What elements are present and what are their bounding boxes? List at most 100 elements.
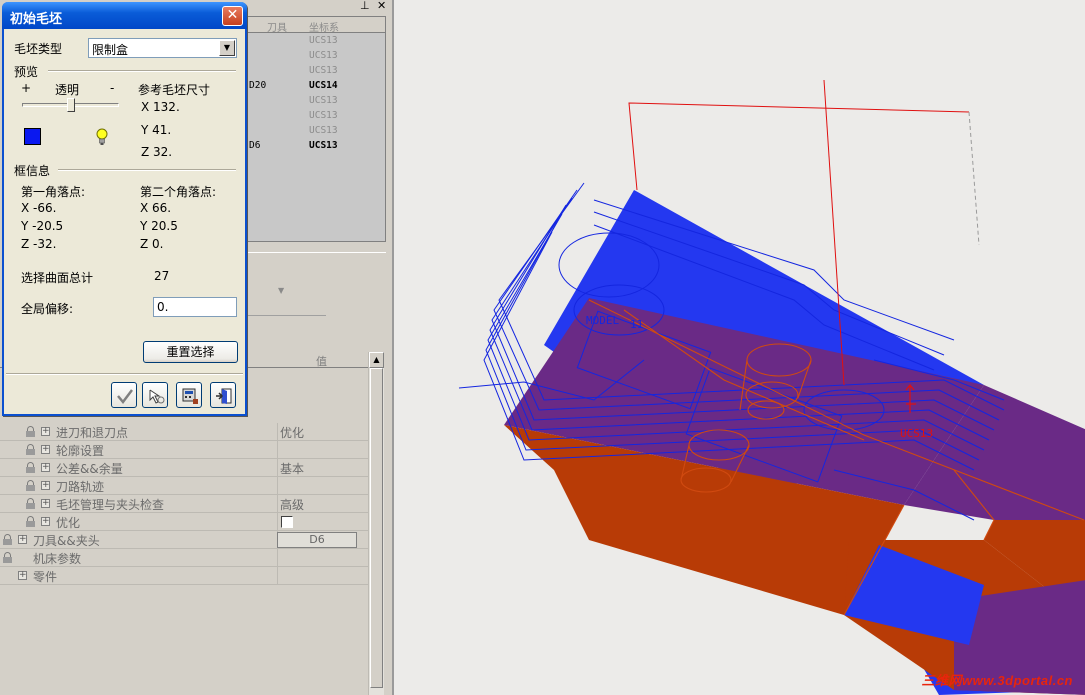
- operation-row[interactable]: UCS13: [247, 34, 385, 49]
- tool-select-button[interactable]: D6: [277, 532, 357, 548]
- minus-label: -: [110, 81, 115, 95]
- property-value[interactable]: 基本: [280, 460, 304, 477]
- exit-button[interactable]: [210, 382, 236, 408]
- light-bulb-icon[interactable]: [95, 128, 109, 146]
- expand-icon[interactable]: +: [41, 463, 50, 472]
- column-divider: [277, 441, 278, 459]
- lock-icon[interactable]: [26, 498, 35, 509]
- property-row[interactable]: + 刀具&&夹头 D6: [0, 531, 368, 549]
- property-label: 公差&&余量: [56, 462, 123, 476]
- lock-icon[interactable]: [26, 462, 35, 473]
- expand-icon[interactable]: +: [41, 427, 50, 436]
- value-column-header[interactable]: 值: [316, 353, 327, 369]
- initial-stock-dialog: 初始毛坯 ✕ 毛坯类型 限制盒 ▼ 预览 + 透明 - 参考毛坯尺寸 X 132…: [2, 2, 247, 416]
- calculate-button[interactable]: [176, 382, 202, 408]
- dropdown-arrow-icon[interactable]: ▼: [278, 286, 284, 295]
- close-button[interactable]: ✕: [222, 6, 243, 26]
- property-value[interactable]: 高级: [280, 496, 304, 513]
- operation-row[interactable]: D20 UCS14: [247, 79, 385, 94]
- property-row[interactable]: 机床参数: [0, 549, 368, 567]
- lock-icon[interactable]: [26, 480, 35, 491]
- blank-type-select[interactable]: 限制盒 ▼: [88, 38, 237, 58]
- operation-row[interactable]: UCS13: [247, 109, 385, 124]
- global-offset-input[interactable]: 0.: [153, 297, 237, 317]
- pick-button[interactable]: [142, 382, 168, 408]
- operation-coordinate-system: UCS13: [309, 140, 338, 151]
- property-row[interactable]: + 进刀和退刀点 优化: [0, 423, 368, 441]
- scrollbar-thumb[interactable]: [370, 368, 383, 688]
- stock-color-swatch[interactable]: [24, 128, 41, 145]
- scroll-up-arrow-icon[interactable]: ▲: [369, 352, 384, 368]
- model-label: MODEL: [586, 314, 619, 327]
- column-divider: [277, 477, 278, 495]
- operation-coordinate-system: UCS13: [309, 110, 338, 121]
- close-icon[interactable]: ✕: [377, 0, 386, 12]
- expand-icon[interactable]: +: [41, 481, 50, 490]
- column-divider: [277, 495, 278, 513]
- corner1-y: Y -20.5: [21, 219, 64, 233]
- property-label: 机床参数: [33, 552, 82, 566]
- cs-column-header[interactable]: 坐标系: [309, 19, 339, 34]
- 3d-viewport[interactable]: UCS13 MODEL 11 三维网www.3dportal.cn: [392, 0, 1085, 695]
- expand-icon[interactable]: +: [18, 571, 27, 580]
- pick-arrow-icon: [149, 389, 165, 404]
- expand-icon[interactable]: +: [41, 517, 50, 526]
- optimize-checkbox[interactable]: [281, 516, 293, 528]
- ucs-label: UCS13: [900, 427, 933, 440]
- expand-icon[interactable]: +: [41, 499, 50, 508]
- box-info-separator: [58, 169, 236, 171]
- property-label: 刀路轨迹: [56, 480, 105, 494]
- operation-row[interactable]: UCS13: [247, 94, 385, 109]
- ref-size-y: Y 41.: [141, 123, 172, 137]
- property-row[interactable]: + 优化: [0, 513, 368, 531]
- exit-door-icon: [216, 388, 232, 404]
- reset-selection-button[interactable]: 重置选择: [143, 341, 238, 363]
- property-row[interactable]: + 零件: [0, 567, 368, 585]
- tool-column-header[interactable]: 刀具: [267, 19, 287, 34]
- chevron-down-icon[interactable]: ▼: [219, 40, 235, 56]
- property-value[interactable]: 优化: [280, 424, 304, 441]
- surface-total-value: 27: [154, 269, 170, 283]
- expand-icon[interactable]: +: [41, 445, 50, 454]
- column-divider: [277, 549, 278, 567]
- property-label: 轮廓设置: [56, 444, 105, 458]
- column-divider: [277, 459, 278, 477]
- dialog-titlebar[interactable]: 初始毛坯 ✕: [2, 2, 247, 29]
- column-divider: [277, 423, 278, 441]
- corner1-label: 第一角落点:: [21, 185, 86, 199]
- property-label: 毛坯管理与夹头检查: [56, 498, 165, 512]
- property-tree-scrollbar[interactable]: ▲: [368, 352, 384, 695]
- operation-row[interactable]: UCS13: [247, 64, 385, 79]
- footer-separator: [6, 373, 243, 375]
- pin-icon[interactable]: ⊥: [360, 0, 370, 12]
- lock-icon[interactable]: [3, 552, 12, 563]
- corner1-x: X -66.: [21, 201, 57, 215]
- ok-button[interactable]: [111, 382, 137, 408]
- property-row[interactable]: + 刀路轨迹: [0, 477, 368, 495]
- calculator-icon: [182, 388, 198, 404]
- property-row[interactable]: + 轮廓设置: [0, 441, 368, 459]
- property-row[interactable]: + 毛坯管理与夹头检查 高级: [0, 495, 368, 513]
- ok-check-icon: [117, 389, 133, 405]
- blank-type-value: 限制盒: [92, 43, 129, 57]
- operation-row[interactable]: UCS13: [247, 49, 385, 64]
- corner2-z: Z 0.: [140, 237, 164, 251]
- lock-icon[interactable]: [26, 516, 35, 527]
- corner1-z: Z -32.: [21, 237, 57, 251]
- property-row[interactable]: + 公差&&余量 基本: [0, 459, 368, 477]
- property-label: 零件: [33, 570, 58, 584]
- lock-icon[interactable]: [26, 426, 35, 437]
- operation-row[interactable]: D6 UCS13: [247, 139, 385, 154]
- preview-label: 预览: [14, 65, 39, 79]
- ref-size-label: 参考毛坯尺寸: [138, 83, 211, 97]
- operation-coordinate-system: UCS13: [309, 95, 338, 106]
- operations-list[interactable]: 刀具 坐标系 UCS13 UCS13 UCS13 D20 UCS14 UCS13 UCS13…: [246, 16, 386, 242]
- lock-icon[interactable]: [26, 444, 35, 455]
- operation-coordinate-system: UCS13: [309, 65, 338, 76]
- transparency-slider-thumb[interactable]: [67, 98, 75, 112]
- property-label: 优化: [56, 516, 81, 530]
- lock-icon[interactable]: [3, 534, 12, 545]
- ref-size-x: X 132.: [141, 100, 180, 114]
- expand-icon[interactable]: +: [18, 535, 27, 544]
- operation-row[interactable]: UCS13: [247, 124, 385, 139]
